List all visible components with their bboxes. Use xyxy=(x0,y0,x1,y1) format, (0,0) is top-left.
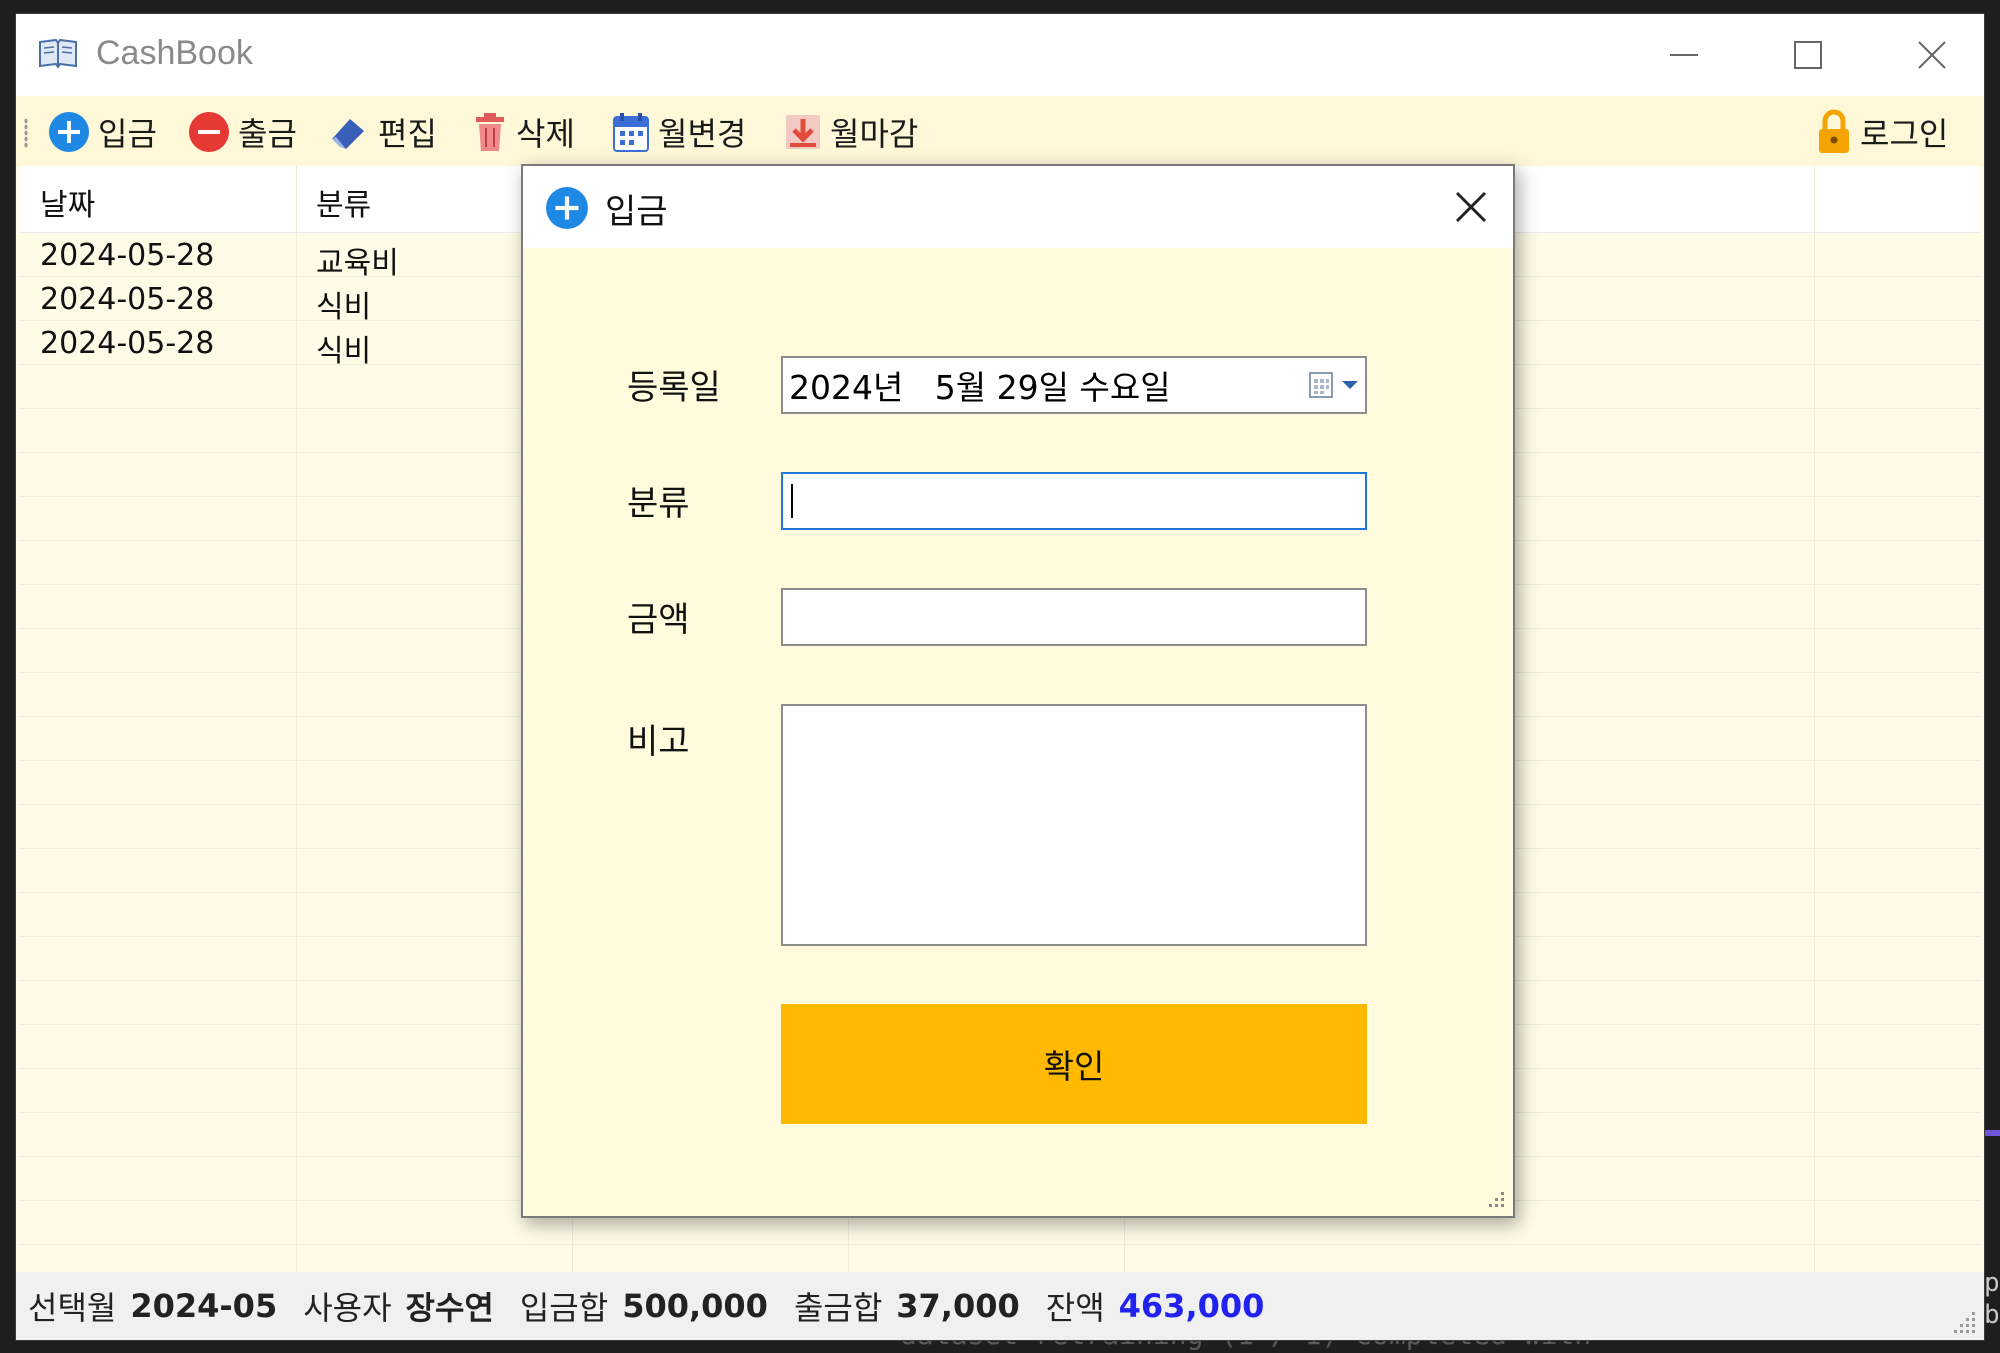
text-caret xyxy=(791,484,793,518)
change-month-button[interactable]: 월변경 xyxy=(612,110,746,154)
status-user-label: 사용자 xyxy=(303,1289,392,1327)
cell-category[interactable]: 교육비 xyxy=(316,238,399,282)
trash-icon xyxy=(476,113,504,151)
delete-button[interactable]: 삭제 xyxy=(472,110,575,154)
deposit-dialog: 입금 등록일 2024년 5월 29일 수요일 분류 금액 비고 확인 xyxy=(521,164,1515,1218)
close-icon xyxy=(1918,41,1946,69)
column-header-category[interactable]: 분류 xyxy=(316,180,371,224)
cell-date[interactable]: 2024-05-28 xyxy=(40,282,214,317)
close-button[interactable] xyxy=(1872,14,1992,96)
grid-column-divider xyxy=(296,166,297,1272)
cell-date[interactable]: 2024-05-28 xyxy=(40,238,214,273)
deposit-button[interactable]: 입금 xyxy=(48,110,157,154)
amount-input[interactable] xyxy=(781,588,1367,646)
dialog-title-bar[interactable]: 입금 xyxy=(523,166,1513,248)
background-accent-line xyxy=(1985,1130,2000,1136)
status-month-value: 2024-05 xyxy=(130,1287,278,1325)
background-edge-glyph: p xyxy=(1984,1268,2000,1298)
calendar-icon xyxy=(1309,372,1333,398)
download-icon xyxy=(786,115,820,149)
status-expense-label: 출금합 xyxy=(793,1289,883,1327)
delete-label: 삭제 xyxy=(516,115,575,153)
dialog-close-button[interactable] xyxy=(1431,166,1511,248)
category-label: 분류 xyxy=(627,484,690,524)
dialog-title: 입금 xyxy=(605,192,668,232)
login-button[interactable]: 로그인 xyxy=(1816,109,1949,154)
confirm-button[interactable]: 확인 xyxy=(781,1004,1367,1124)
grid-row-divider xyxy=(20,1244,1980,1245)
edit-button[interactable]: 편집 xyxy=(328,110,437,154)
status-income-label: 입금합 xyxy=(519,1289,609,1327)
calendar-icon xyxy=(613,113,649,152)
amount-label: 금액 xyxy=(627,600,690,640)
date-picker-dropdown-button[interactable] xyxy=(1309,370,1359,400)
window-title: CashBook xyxy=(96,34,253,72)
change-month-label: 월변경 xyxy=(658,115,747,153)
grid-column-divider xyxy=(1814,166,1815,1272)
edit-label: 편집 xyxy=(378,115,437,153)
cell-date[interactable]: 2024-05-28 xyxy=(40,326,214,361)
withdraw-label: 출금 xyxy=(238,115,297,153)
minimize-button[interactable] xyxy=(1624,14,1744,96)
minus-circle-icon xyxy=(189,112,229,152)
deposit-label: 입금 xyxy=(98,115,157,153)
resize-grip-icon[interactable] xyxy=(1952,1308,1978,1334)
close-icon xyxy=(1455,191,1487,223)
toolbar: 입금 출금 편집 삭제 월변경 월마감 로그인 xyxy=(16,96,1984,166)
toolbar-grip[interactable] xyxy=(24,118,28,148)
cell-category[interactable]: 식비 xyxy=(316,282,371,326)
column-header-date[interactable]: 날짜 xyxy=(40,180,95,224)
month-close-button[interactable]: 월마감 xyxy=(784,110,918,154)
status-balance-value: 463,000 xyxy=(1118,1287,1265,1325)
plus-circle-icon xyxy=(545,186,589,234)
eraser-icon xyxy=(332,119,364,149)
date-label: 등록일 xyxy=(627,368,721,408)
plus-circle-icon xyxy=(49,112,89,152)
lock-icon xyxy=(1819,109,1849,153)
memo-textarea[interactable] xyxy=(781,704,1367,946)
background-edge-glyph: b xyxy=(1984,1300,2000,1330)
memo-label: 비고 xyxy=(627,722,690,762)
status-user-value: 장수연 xyxy=(405,1289,494,1327)
date-picker-value: 2024년 5월 29일 수요일 xyxy=(789,368,1171,407)
resize-grip-icon[interactable] xyxy=(1483,1186,1507,1210)
status-balance-label: 잔액 xyxy=(1045,1289,1105,1327)
chevron-down-icon xyxy=(1342,381,1358,389)
status-expense-value: 37,000 xyxy=(896,1287,1020,1325)
status-month-label: 선택월 xyxy=(28,1289,117,1327)
category-input[interactable] xyxy=(781,472,1367,530)
title-bar[interactable]: CashBook xyxy=(16,14,1984,96)
minimize-icon xyxy=(1670,54,1698,56)
status-income-value: 500,000 xyxy=(622,1287,768,1325)
month-close-label: 월마감 xyxy=(830,115,919,153)
maximize-button[interactable] xyxy=(1748,14,1868,96)
login-label: 로그인 xyxy=(1860,115,1949,153)
cashbook-window: CashBook 입금 출금 편집 삭제 월변경 월마감 로그인 날짜 분류 2… xyxy=(16,14,1984,1340)
withdraw-button[interactable]: 출금 xyxy=(188,110,297,154)
status-bar: 선택월 2024-05 사용자 장수연 입금합 500,000 출금합 37,0… xyxy=(16,1272,1984,1340)
cell-category[interactable]: 식비 xyxy=(316,326,371,370)
date-picker[interactable]: 2024년 5월 29일 수요일 xyxy=(781,356,1367,414)
maximize-icon xyxy=(1794,41,1822,69)
book-icon xyxy=(38,36,78,70)
